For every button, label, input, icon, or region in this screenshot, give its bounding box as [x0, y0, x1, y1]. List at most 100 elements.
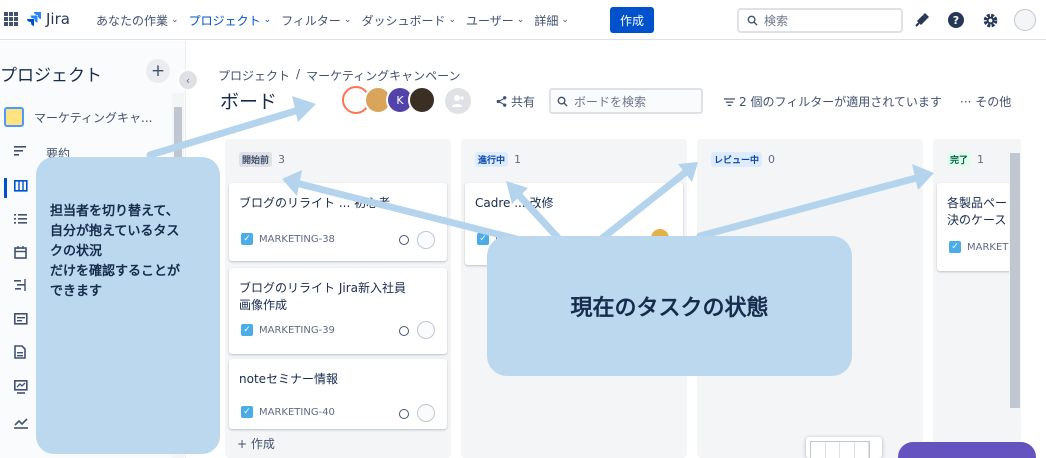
- card-key-text[interactable]: MARKETING-39: [259, 325, 335, 336]
- nav-dashboards[interactable]: ダッシュボード ⌄: [361, 12, 456, 29]
- add-person-icon: [452, 95, 464, 107]
- chevron-down-icon: ⌄: [263, 15, 272, 25]
- column-header: レビュー中 0: [711, 152, 775, 167]
- chevron-down-icon: ⌄: [561, 15, 569, 25]
- column-todo: 開始前 3 ブログのリライト ... 初心者 ✓ MARKETING-38 ブロ…: [225, 139, 451, 458]
- project-name: マーケティングキャ...: [34, 110, 153, 125]
- avatar-filter-4[interactable]: [408, 86, 436, 114]
- assignee-avatars: K: [342, 86, 436, 114]
- nav-label: プロジェクト: [188, 13, 261, 28]
- breadcrumb-separator: /: [296, 67, 301, 81]
- chevron-down-icon: ⌄: [343, 15, 352, 25]
- search-input[interactable]: 検索: [737, 8, 903, 33]
- timeline-icon[interactable]: [14, 279, 30, 295]
- assignee-avatar[interactable]: [417, 321, 435, 339]
- user-avatar[interactable]: [1014, 9, 1036, 31]
- priority-icon: [399, 409, 409, 419]
- create-issue-button[interactable]: + 作成: [237, 435, 275, 452]
- card-key-text[interactable]: MARKETING-38: [259, 234, 335, 245]
- notifications-icon[interactable]: [912, 10, 932, 30]
- nav-label: 詳細: [534, 13, 559, 28]
- callout-text: 現在のタスクの状態: [570, 296, 769, 321]
- forms-icon[interactable]: [14, 313, 30, 329]
- active-indicator: [4, 178, 7, 198]
- nav-filters[interactable]: フィルター ⌄: [281, 12, 351, 29]
- more-button[interactable]: ··· その他: [960, 93, 1011, 110]
- card-key-text[interactable]: MARKETING-40: [259, 407, 335, 418]
- task-checkbox-icon: ✓: [241, 324, 253, 336]
- calendar-icon[interactable]: [14, 246, 30, 262]
- column-header: 開始前 3: [239, 152, 285, 167]
- status-lozenge: 完了: [947, 152, 972, 167]
- task-checkbox-icon: ✓: [241, 233, 253, 245]
- board-search-placeholder: ボードを検索: [574, 94, 647, 109]
- board-search-input[interactable]: ボードを検索: [549, 88, 703, 114]
- issue-card[interactable]: ブログのリライト Jira新入社員 画像作成 ✓ MARKETING-39: [229, 268, 447, 354]
- search-icon: [557, 96, 568, 107]
- chevron-down-icon: ⌄: [516, 15, 525, 25]
- filter-info[interactable]: 2 個のフィルターが適用されています: [724, 93, 942, 110]
- search-placeholder: 検索: [764, 14, 789, 28]
- issue-card[interactable]: noteセミナー情報 ✓ MARKETING-40: [229, 359, 447, 429]
- chevron-left-icon: ‹: [185, 73, 191, 87]
- app-switcher-icon[interactable]: [4, 12, 18, 26]
- column-count: 1: [977, 153, 985, 166]
- priority-icon: [399, 326, 409, 336]
- card-key-text[interactable]: MARKETI: [967, 242, 1011, 253]
- card-key: ✓ MARKETING-40: [241, 406, 335, 418]
- svg-text:?: ?: [953, 14, 959, 27]
- card-title: Cadre ... 改修: [475, 196, 554, 210]
- help-icon[interactable]: ?: [946, 10, 966, 30]
- card-title: noteセミナー情報: [239, 372, 339, 386]
- collapse-sidebar-button[interactable]: ‹: [177, 69, 199, 91]
- share-button[interactable]: 共有: [496, 93, 535, 110]
- add-people-button[interactable]: [445, 88, 471, 114]
- nav-people[interactable]: ユーザー ⌄: [466, 12, 524, 29]
- board-icon[interactable]: [14, 180, 30, 196]
- annotation-callout-status: 現在のタスクの状態: [487, 236, 852, 376]
- breadcrumb-projects[interactable]: プロジェクト: [218, 67, 290, 84]
- board-scrollbar[interactable]: [1009, 139, 1021, 458]
- priority-icon: [399, 235, 409, 245]
- annotation-callout-assignee: 担当者を切り替えて、 自分が抱えているタス クの状況 だけを確認することが でき…: [36, 157, 220, 454]
- callout-text: 担当者を切り替えて、 自分が抱えているタス クの状況 だけを確認することが でき…: [50, 204, 181, 299]
- nav-projects[interactable]: プロジェクト ⌄: [189, 12, 272, 29]
- sidebar-project[interactable]: マーケティングキャ...: [4, 103, 156, 131]
- breadcrumb: プロジェクト / マーケティングキャンペーン: [218, 67, 461, 84]
- card-title: ブログのリライト ... 初心者: [239, 196, 391, 210]
- nav-more[interactable]: 詳細 ⌄: [534, 12, 569, 29]
- create-button[interactable]: 作成: [610, 7, 654, 33]
- assignee-avatar[interactable]: [417, 404, 435, 422]
- jira-logo[interactable]: Jira: [26, 10, 70, 28]
- column-done: 完了 1 各製品ペー 決のケース ✓ MARKETI: [933, 139, 1019, 458]
- board-minimap[interactable]: [806, 437, 882, 458]
- quickstart-button[interactable]: [898, 442, 1036, 458]
- scroll-thumb[interactable]: [1010, 153, 1020, 408]
- summary-icon[interactable]: [14, 145, 30, 161]
- avatar-initial: K: [396, 93, 404, 107]
- chart-icon[interactable]: [14, 417, 30, 433]
- nav-label: あなたの作業: [96, 13, 169, 28]
- nav-your-work[interactable]: あなたの作業 ⌄: [96, 12, 179, 29]
- column-header: 完了 1: [947, 152, 984, 167]
- chevron-down-icon: ⌄: [171, 15, 179, 25]
- status-lozenge: 進行中: [475, 152, 509, 167]
- issue-card[interactable]: 各製品ペー 決のケース ✓ MARKETI: [937, 183, 1019, 271]
- assignee-avatar[interactable]: [417, 231, 435, 249]
- reports-screen-icon[interactable]: [14, 380, 30, 396]
- card-title: ブログのリライト Jira新入社員 画像作成: [239, 281, 406, 312]
- settings-gear-icon[interactable]: [980, 10, 1000, 30]
- minimap-columns: [810, 441, 870, 458]
- nav-label: フィルター: [281, 13, 341, 28]
- card-key: ✓ MARKETI: [949, 241, 1011, 253]
- pages-icon[interactable]: [14, 345, 30, 361]
- breadcrumb-project[interactable]: マーケティングキャンペーン: [306, 67, 460, 84]
- list-icon[interactable]: [14, 213, 30, 229]
- column-header: 進行中 1: [475, 152, 521, 167]
- add-project-button[interactable]: +: [146, 59, 170, 83]
- issue-card[interactable]: ブログのリライト ... 初心者 ✓ MARKETING-38: [229, 183, 447, 261]
- task-checkbox-icon: ✓: [949, 241, 961, 253]
- column-count: 3: [278, 153, 286, 166]
- page-title: ボード: [220, 91, 278, 113]
- card-title: 各製品ペー 決のケース: [947, 196, 1008, 227]
